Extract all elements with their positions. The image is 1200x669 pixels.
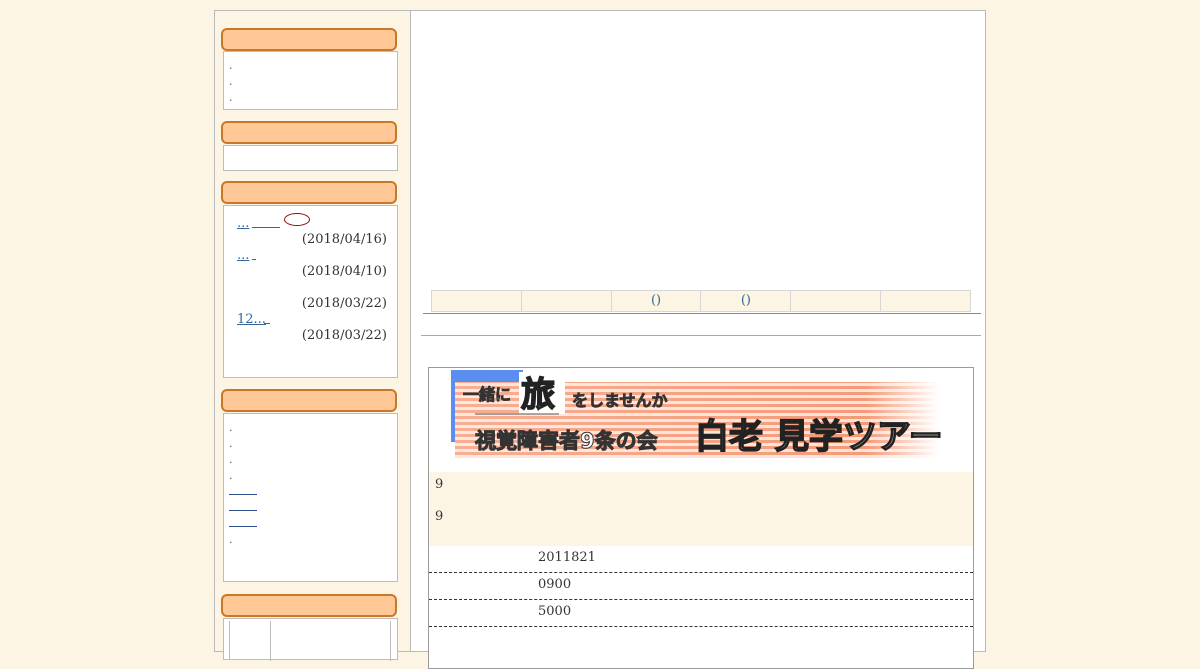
divider [423,313,981,314]
detail-row-time: 0900 [429,573,973,600]
banner-line1-suffix: をしませんか [572,391,668,410]
divider [421,335,981,336]
recent-entry-link[interactable]: 12... [237,312,266,327]
recent-entries-header [221,181,397,204]
sidebar-block-1: . . . [223,51,398,110]
sidebar-block-5-header [221,594,397,617]
list-bullet: . [229,469,233,482]
sidebar-link[interactable] [229,510,257,511]
recent-entry-date: (2018/04/10) [301,264,387,279]
list-bullet: . [229,59,233,72]
calendar-grid [229,621,391,661]
recent-entries-list: ... (2018/04/16) ... (2018/04/10) (2018/… [223,205,398,378]
recent-entry-link[interactable]: ... [237,248,249,263]
tab-6[interactable] [880,290,971,312]
banner-line2-big: 白老 見学ツアー [695,417,943,457]
article-box: 一緒に 旅 をしませんか 視覚障害者9条の会 白老 見学ツアー 9 9 2011… [428,367,974,669]
recent-entry-date: (2018/03/22) [301,296,387,311]
sidebar-block-4: . . . . . [223,413,398,582]
list-bullet: . [229,533,233,546]
sidebar-link[interactable] [229,526,257,527]
list-bullet: . [229,75,233,88]
new-badge-icon [284,213,310,226]
tab-4[interactable]: () [700,290,791,312]
sidebar-block-2 [223,145,398,171]
recent-entry-date: (2018/03/22) [301,328,387,343]
note-line: 9 [435,509,444,524]
tab-2[interactable] [520,290,611,312]
page-frame: . . . ... (2018/04/16) ... (2018/04/10) … [214,10,986,669]
sidebar-block-5 [223,618,398,661]
tab-3[interactable]: () [610,290,701,312]
recent-entry-date: (2018/04/16) [301,232,387,247]
link-underline [252,259,256,260]
tab-1[interactable] [431,290,521,312]
detail-value: 2011821 [538,550,596,565]
list-bullet: . [229,437,233,450]
sidebar-block-1-header [221,28,397,51]
sidebar: . . . ... (2018/04/16) ... (2018/04/10) … [215,11,411,661]
list-bullet: . [229,91,233,104]
main-content: () () 一緒に 旅 をしませんか 視覚障害者9条の会 白老 見学ツアー 9 … [411,11,985,669]
link-underline [252,227,280,228]
sidebar-block-4-header [221,389,397,412]
banner-line2-main: 視覚障害者9条の会 [474,429,658,453]
banner-line1-big: 旅 [521,375,555,415]
list-bullet: . [229,453,233,466]
banner-graphic: 一緒に 旅 をしませんか 視覚障害者9条の会 白老 見学ツアー [451,370,944,458]
detail-value: 5000 [538,604,572,619]
detail-row-fee: 5000 [429,600,973,627]
recent-entry-link[interactable]: ... [237,216,249,231]
notes-block: 9 9 [429,472,973,546]
banner-line1-prefix: 一緒に [463,385,511,404]
sidebar-block-2-header [221,121,397,144]
tab-5[interactable] [790,290,881,312]
link-underline [264,323,270,324]
sidebar-link[interactable] [229,494,257,495]
detail-value: 0900 [538,577,572,592]
list-bullet: . [229,421,233,434]
detail-row-date: 2011821 [429,546,973,573]
tour-banner: 一緒に 旅 をしませんか 視覚障害者9条の会 白老 見学ツアー [429,368,973,472]
tab-bar: () () [431,290,971,312]
note-line: 9 [435,477,444,492]
